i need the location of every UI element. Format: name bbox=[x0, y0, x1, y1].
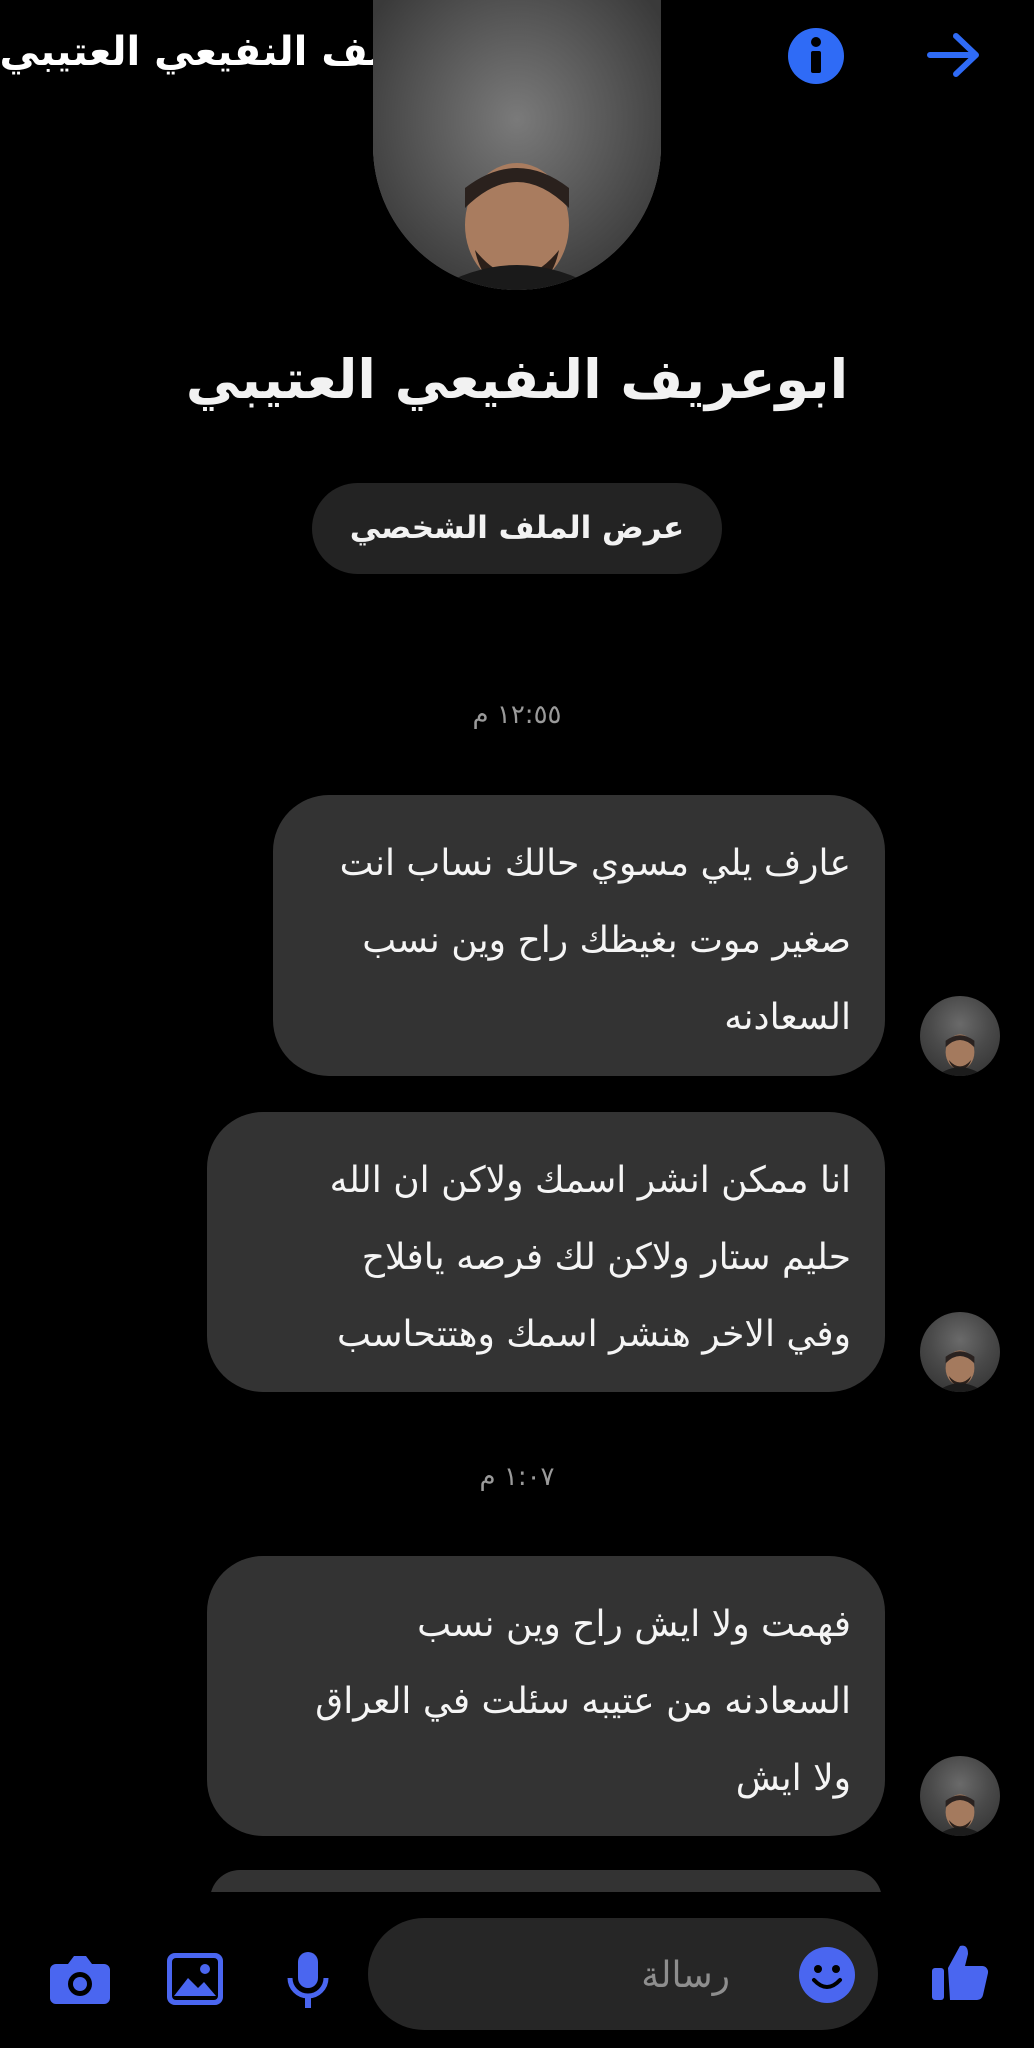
messenger-chat-screen: { "header": { "contact_name": "ابوعريف ا… bbox=[0, 0, 1034, 2048]
message-line: فهمت ولا ايش راح وين نسب bbox=[417, 1604, 851, 1645]
person-photo-icon bbox=[936, 1350, 984, 1392]
message-line: السعادنه bbox=[724, 997, 851, 1038]
message-bubble-partial bbox=[210, 1870, 882, 1892]
message-line: السعادنه من عتيبه سئلت في العراق bbox=[315, 1681, 851, 1722]
message-composer[interactable] bbox=[368, 1918, 878, 2032]
profile-avatar[interactable] bbox=[373, 0, 661, 290]
sender-avatar[interactable] bbox=[920, 996, 1000, 1076]
message-line: صغير موت بغيظك راح وين نسب bbox=[362, 920, 851, 961]
view-profile-button[interactable]: عرض الملف الشخصي bbox=[312, 483, 722, 574]
microphone-icon[interactable] bbox=[284, 1950, 332, 2012]
sender-avatar[interactable] bbox=[920, 1312, 1000, 1392]
message-bubble[interactable]: عارف يلي مسوي حالك نساب انت صغير موت بغي… bbox=[273, 795, 885, 1076]
gallery-icon[interactable] bbox=[166, 1952, 224, 2006]
timestamp: ١:٠٧ م bbox=[479, 1462, 555, 1492]
message-line: وفي الاخر هنشر اسمك وهتتحاسب bbox=[337, 1314, 851, 1355]
message-bubble[interactable]: انا ممكن انشر اسمك ولاكن ان الله حليم ست… bbox=[207, 1112, 885, 1392]
sender-avatar[interactable] bbox=[920, 1756, 1000, 1836]
person-photo-icon bbox=[936, 1034, 984, 1076]
message-input[interactable] bbox=[458, 1918, 732, 2032]
emoji-icon[interactable] bbox=[798, 1946, 856, 2004]
message-line: ولا ايش bbox=[735, 1758, 851, 1799]
info-icon[interactable] bbox=[787, 27, 845, 85]
message-bubble[interactable]: فهمت ولا ايش راح وين نسب السعادنه من عتي… bbox=[207, 1556, 885, 1836]
thumbs-up-icon[interactable] bbox=[930, 1942, 990, 2002]
person-photo-icon bbox=[936, 1794, 984, 1836]
timestamp: ١٢:٥٥ م bbox=[472, 700, 562, 730]
profile-name: ابوعريف النفيعي العتيبي bbox=[185, 348, 849, 411]
camera-icon[interactable] bbox=[48, 1952, 112, 2006]
message-line: حليم ستار ولاكن لك فرصه يافلاح bbox=[361, 1237, 851, 1278]
message-line: انا ممكن انشر اسمك ولاكن ان الله bbox=[329, 1160, 851, 1201]
arrow-right-icon[interactable] bbox=[926, 30, 982, 80]
person-photo-icon bbox=[373, 0, 661, 290]
message-line: عارف يلي مسوي حالك نساب انت bbox=[339, 843, 851, 884]
